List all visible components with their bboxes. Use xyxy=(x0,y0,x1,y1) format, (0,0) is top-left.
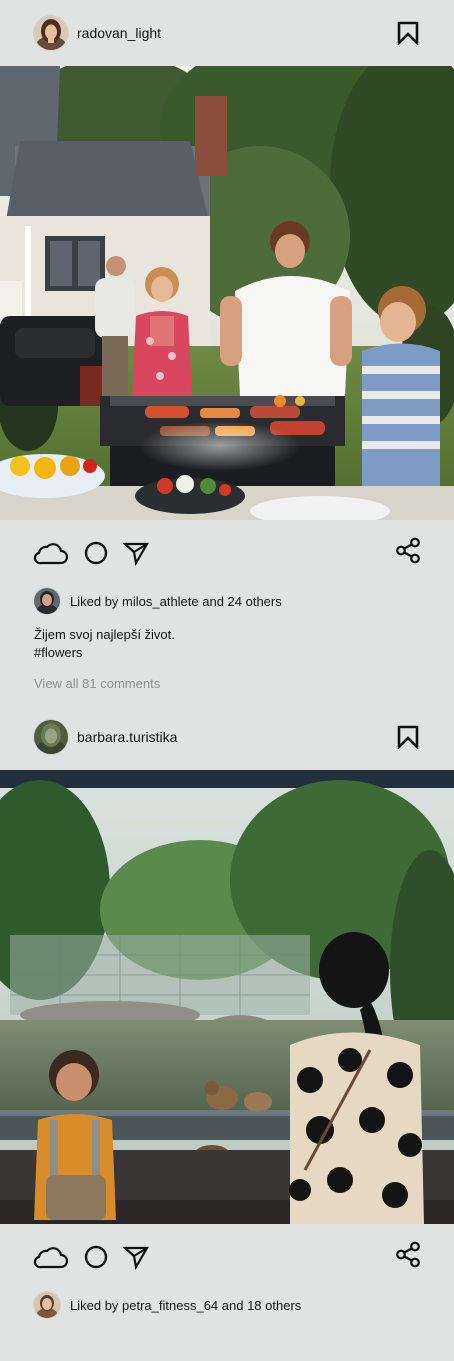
circle-icon[interactable] xyxy=(83,540,109,566)
send-icon[interactable] xyxy=(123,1244,149,1270)
post: radovan_light Liked by milos_athlete and… xyxy=(0,0,454,691)
send-icon[interactable] xyxy=(123,540,149,566)
post-username[interactable]: barbara.turistika xyxy=(77,729,177,745)
share-icon[interactable] xyxy=(395,1241,421,1273)
view-comments-link[interactable]: View all 81 comments xyxy=(0,662,454,691)
avatar[interactable] xyxy=(34,1292,60,1318)
likes-text[interactable]: Liked by petra_fitness_64 and 18 others xyxy=(70,1298,301,1313)
post-actions xyxy=(0,1224,454,1290)
likes-row: Liked by petra_fitness_64 and 18 others xyxy=(0,1290,454,1320)
post-actions xyxy=(0,520,454,586)
family-barbecue-photo[interactable] xyxy=(0,66,454,520)
avatar[interactable] xyxy=(34,588,60,614)
caption-text: Žijem svoj najlepší život. xyxy=(34,627,175,642)
bookmark-icon[interactable] xyxy=(396,724,420,750)
cloud-icon[interactable] xyxy=(33,540,69,566)
post-caption: Žijem svoj najlepší život. #flowers xyxy=(0,616,454,662)
post: barbara.turistika Liked by petra_fitness… xyxy=(0,704,454,1320)
cloud-icon[interactable] xyxy=(33,1244,69,1270)
post-header: barbara.turistika xyxy=(0,704,454,770)
post-header: radovan_light xyxy=(0,0,454,66)
likes-text[interactable]: Liked by milos_athlete and 24 others xyxy=(70,594,282,609)
likes-row: Liked by milos_athlete and 24 others xyxy=(0,586,454,616)
avatar[interactable] xyxy=(34,720,68,754)
avatar[interactable] xyxy=(34,16,68,50)
feed: radovan_light Liked by milos_athlete and… xyxy=(0,0,454,1320)
share-icon[interactable] xyxy=(395,537,421,569)
post-username[interactable]: radovan_light xyxy=(77,25,161,41)
bookmark-icon[interactable] xyxy=(396,20,420,46)
zoo-monkeys-photo[interactable] xyxy=(0,770,454,1224)
caption-hashtag[interactable]: #flowers xyxy=(34,644,420,662)
circle-icon[interactable] xyxy=(83,1244,109,1270)
